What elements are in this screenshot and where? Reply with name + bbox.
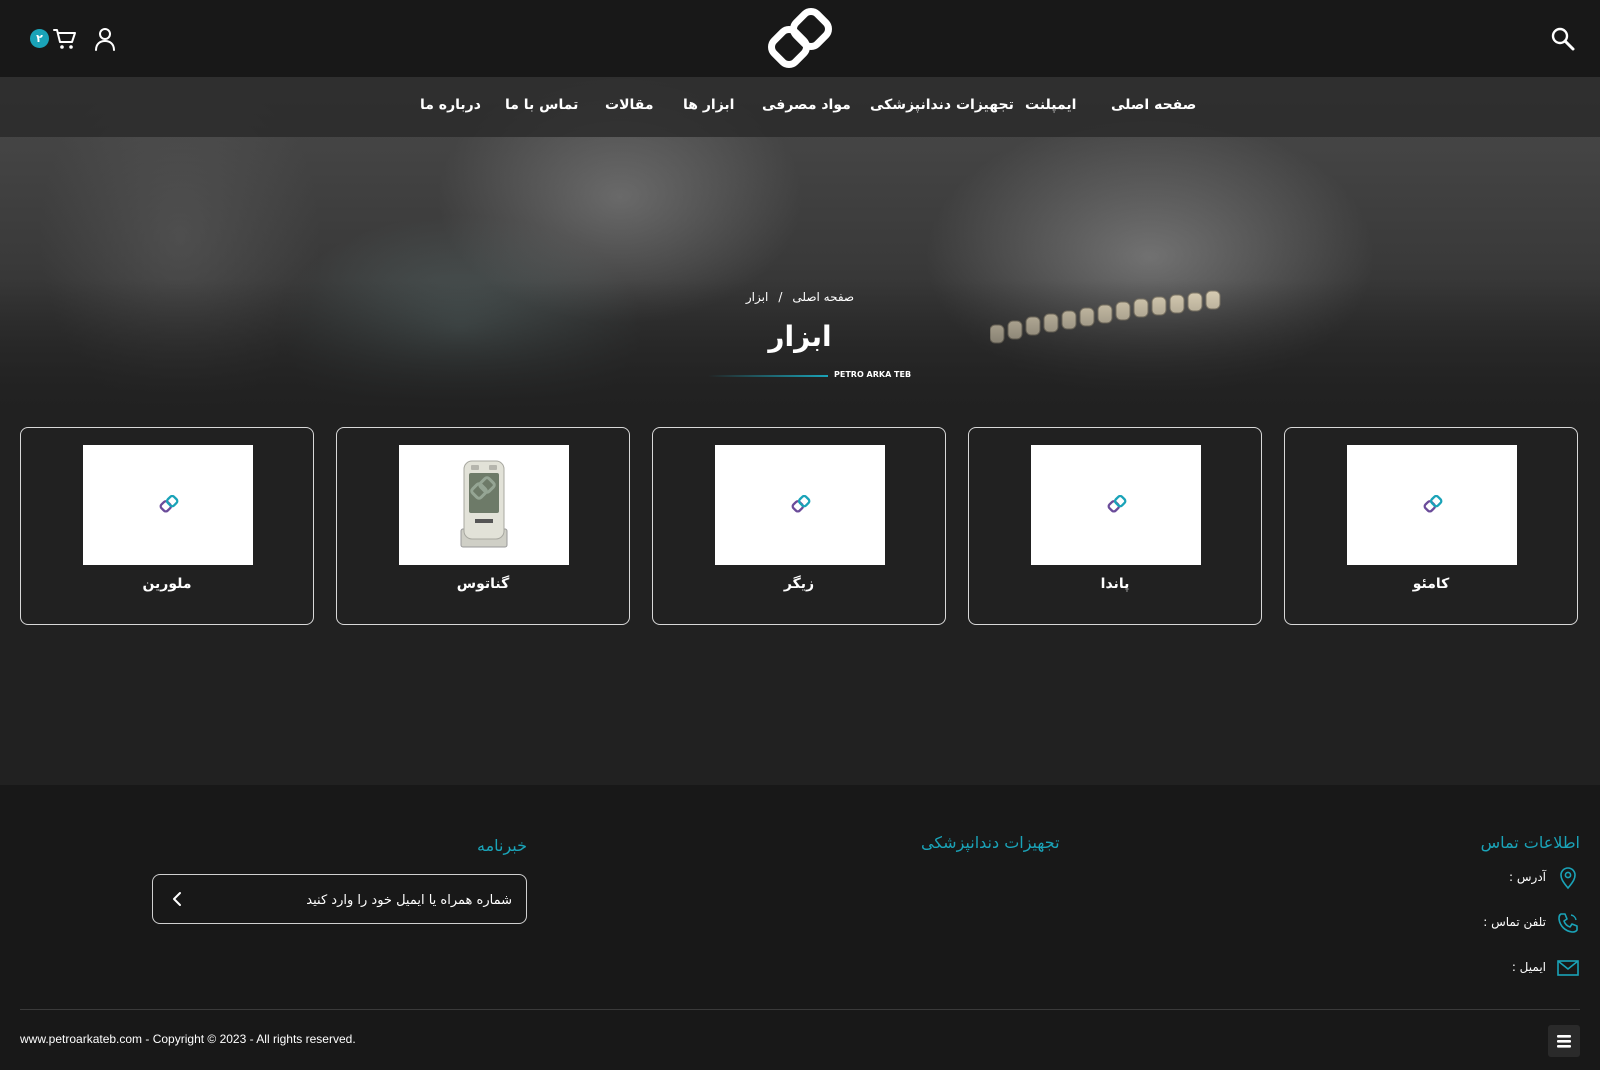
- address-label: آدرس :: [1509, 870, 1546, 884]
- hamburger-menu-icon: [1557, 1035, 1571, 1048]
- product-card-zieger[interactable]: زیگر: [652, 427, 946, 625]
- product-name: کامئو: [1412, 576, 1450, 592]
- nav-item-home[interactable]: صفحه اصلی: [1111, 97, 1196, 113]
- location-pin-icon: [1560, 867, 1576, 890]
- newsletter-input[interactable]: [190, 875, 514, 925]
- nav-item-about[interactable]: درباره ما: [420, 97, 481, 113]
- contact-email-row: ایمیل :: [1380, 956, 1580, 982]
- title-underline: [708, 375, 828, 377]
- product-card-melorin[interactable]: ملورین: [20, 427, 314, 625]
- title-tagline: PETRO ARKA TEB: [834, 370, 912, 379]
- product-card-gnathos[interactable]: گناتوس: [336, 427, 630, 625]
- product-name: گناتوس: [456, 576, 510, 592]
- product-image: [83, 445, 253, 565]
- email-icon: [1557, 960, 1579, 976]
- logo-mark-icon: [768, 8, 832, 68]
- nav-item-implant[interactable]: ایمپلنت: [1025, 97, 1076, 113]
- contact-phone-row: تلفن تماس :: [1380, 911, 1580, 937]
- menu-button[interactable]: [1548, 1025, 1580, 1057]
- cart-icon: [53, 29, 76, 49]
- contact-address-row: آدرس :: [1380, 866, 1580, 892]
- user-account-button[interactable]: [92, 26, 118, 52]
- placeholder-logo-icon: [791, 495, 811, 513]
- nav-item-consumables[interactable]: مواد مصرفی: [762, 97, 851, 113]
- placeholder-logo-icon: [1423, 495, 1443, 513]
- cart-button[interactable]: [52, 26, 78, 52]
- nav-item-contact[interactable]: تماس با ما: [505, 97, 578, 113]
- placeholder-logo-icon: [1107, 495, 1127, 513]
- page-title: ابزار: [768, 320, 832, 353]
- nav-item-tools[interactable]: ابزار ها: [683, 97, 734, 113]
- product-card-cameo[interactable]: کامئو: [1284, 427, 1578, 625]
- newsletter-heading: خبرنامه: [477, 836, 528, 855]
- product-image: [399, 445, 569, 565]
- phone-label: تلفن تماس :: [1483, 915, 1546, 929]
- newsletter-form: [152, 874, 527, 925]
- product-name: پاندا: [1100, 576, 1130, 592]
- chevron-left-icon[interactable]: [169, 890, 187, 908]
- gnathos-device-image: [460, 460, 508, 548]
- site-footer: [0, 785, 1600, 1070]
- equipment-heading[interactable]: تجهیزات دندانپزشکی: [921, 833, 1060, 852]
- phone-icon: [1558, 913, 1578, 933]
- cart-count-badge: ۲: [30, 29, 49, 48]
- top-header: ۲: [0, 0, 1600, 77]
- user-icon: [95, 28, 115, 51]
- breadcrumb: صفحه اصلی / ابزار: [0, 290, 1600, 304]
- contact-info-heading: اطلاعات تماس: [1480, 833, 1580, 852]
- breadcrumb-home[interactable]: صفحه اصلی: [792, 290, 854, 304]
- nav-item-dental-equipment[interactable]: تجهیزات دندانپزشکی: [870, 97, 1014, 113]
- email-label: ایمیل :: [1511, 960, 1546, 974]
- breadcrumb-current: ابزار: [745, 290, 769, 304]
- nav-item-articles[interactable]: مقالات: [605, 97, 654, 113]
- product-image: [715, 445, 885, 565]
- placeholder-logo-icon: [159, 495, 179, 513]
- footer-divider: [20, 1009, 1580, 1010]
- copyright-text: www.petroarkateb.com - Copyright © 2023 …: [20, 1032, 356, 1046]
- breadcrumb-separator: /: [778, 290, 783, 304]
- search-icon: [1551, 27, 1575, 51]
- product-name: ملورین: [142, 576, 192, 592]
- product-card-panda[interactable]: پاندا: [968, 427, 1262, 625]
- main-nav: صفحه اصلی ایمپلنت تجهیزات دندانپزشکی موا…: [0, 77, 1600, 137]
- product-image: [1347, 445, 1517, 565]
- site-logo[interactable]: [764, 8, 836, 70]
- search-button[interactable]: [1550, 26, 1576, 52]
- product-name: زیگر: [783, 576, 815, 592]
- product-image: [1031, 445, 1201, 565]
